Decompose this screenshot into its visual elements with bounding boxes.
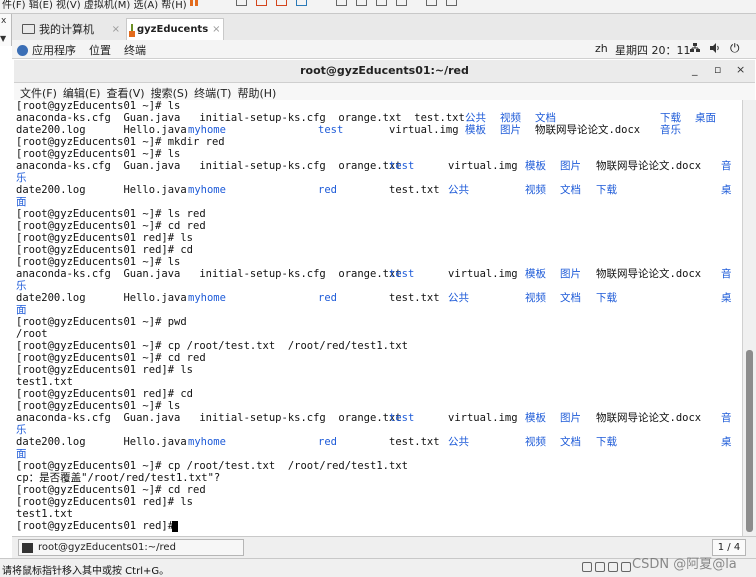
share-icon[interactable] [296,0,307,6]
terminal-line: anaconda-ks.cfg Guan.java initial-setup-… [16,112,716,124]
manage-icon[interactable] [276,0,287,6]
terminal-line: [root@gyzEducents01 ~]# pwd [16,316,187,328]
revert-icon[interactable] [256,0,267,6]
clock[interactable]: 星期四 20：11 [615,42,691,58]
gnome-topbar: 应用程序 位置 终端 zh 星期四 20：11 ⏻ [12,40,756,59]
terminal-line: date200.log Hello.java myhome red test.t… [16,184,732,196]
terminal-line: 乐 [16,172,27,184]
power-icon[interactable]: ⏻ [730,41,740,56]
thumbnail-icon[interactable] [446,0,457,6]
vm-statusbar: 请将鼠标指针移入其中或按 Ctrl+G。 CSDN @阿夏@la [0,557,756,577]
terminal-line: [root@gyzEducents01 ~]# cp /root/test.tx… [16,340,408,352]
cd-icon[interactable] [595,562,605,572]
device-icons[interactable] [582,562,631,572]
terminal-line: cp：是否覆盖"/root/red/test1.txt"? [16,472,221,484]
places-menu[interactable]: 位置 [89,42,111,58]
gnome-foot-icon [17,44,28,56]
watermark: CSDN @阿夏@la [632,557,737,572]
terminal-line: /root [16,328,48,340]
terminal-line: date200.log Hello.java myhome red test.t… [16,292,732,304]
terminal-line: test1.txt [16,376,73,388]
terminal-menubar: 文件(F) 编辑(E) 查看(V) 搜索(S) 终端(T) 帮助(H) [14,83,755,101]
window-titlebar: root@gyzEducents01:~/red _ ▫ × [14,60,755,83]
vm-menu[interactable]: 件(F) 辑(E) 视(V) 虚拟机(M) 选(A) 帮(H) [2,0,187,11]
terminal-icon [22,542,33,553]
maximize-button[interactable]: ▫ [714,63,721,76]
menu-search[interactable]: 搜索(S) [145,83,189,100]
vm-toolbar: 件(F) 辑(E) 视(V) 虚拟机(M) 选(A) 帮(H) [0,0,756,14]
tab-gyzeducents[interactable]: gyzEducents × [126,18,224,40]
terminal-line: date200.log Hello.java myhome test virtu… [16,124,681,136]
terminal-line: [root@gyzEducents01 ~]# cp /root/test.tx… [16,460,408,472]
computer-icon [22,24,35,34]
terminal-line: [root@gyzEducents01 red]# ls [16,232,194,244]
hdd-icon[interactable] [582,562,592,572]
unity-icon[interactable] [356,0,367,6]
terminal-line: [root@gyzEducents01 ~]# cd red [16,484,206,496]
network-icon[interactable] [690,43,700,53]
library-dropdown-icon[interactable]: ▼ [0,34,6,43]
library-icon[interactable] [426,0,437,6]
applications-menu[interactable]: 应用程序 [17,42,76,58]
terminal-line: 面 [16,196,27,208]
terminal-line: [root@gyzEducents01 ~]# cd red [16,220,206,232]
view-icon[interactable] [396,0,407,6]
terminal-line: anaconda-ks.cfg Guan.java initial-setup-… [16,160,732,172]
terminal-line: [root@gyzEducents01 ~]# cd red [16,352,206,364]
network-adapter-icon[interactable] [608,562,618,572]
usb-icon[interactable] [621,562,631,572]
library-close-icon[interactable]: x [1,16,6,26]
terminal-line: [root@gyzEducents01 red]# cd [16,388,194,400]
terminal-line: [root@gyzEducents01 ~]# mkdir red [16,136,225,148]
tab-label: gyzEducents [137,24,209,35]
status-hint: 请将鼠标指针移入其中或按 Ctrl+G。 [2,566,170,577]
text-cursor [172,521,178,532]
menu-edit[interactable]: 编辑(E) [57,83,101,100]
taskbar-item-terminal[interactable]: root@gyzEducents01:~/red [18,539,244,556]
applications-label: 应用程序 [32,44,76,57]
library-strip: x ▼ [0,14,12,46]
fullscreen-icon[interactable] [336,0,347,6]
menu-view[interactable]: 查看(V) [100,83,144,100]
terminal-line: anaconda-ks.cfg Guan.java initial-setup-… [16,268,732,280]
terminal-line: [root@gyzEducents01 ~]# ls [16,148,181,160]
menu-help[interactable]: 帮助(H) [231,83,276,100]
taskbar-item-label: root@gyzEducents01:~/red [38,542,176,553]
close-button[interactable]: × [736,63,745,76]
terminal-line: 乐 [16,424,27,436]
tab-my-computer[interactable]: 我的计算机 × [18,18,124,40]
minimize-button[interactable]: _ [692,63,698,76]
terminal-line: 面 [16,448,27,460]
terminal-line: 面 [16,304,27,316]
terminal-scrollbar[interactable] [742,100,756,536]
terminal-line: [root@gyzEducents01 ~]# ls [16,256,181,268]
terminal-line: [root@gyzEducents01 red]# ls [16,496,194,508]
window-title: root@gyzEducents01:~/red [300,64,469,77]
terminal-line: [root@gyzEducents01 ~]# ls red [16,208,206,220]
console-icon[interactable] [376,0,387,6]
menu-file[interactable]: 文件(F) [14,83,57,100]
terminal-line: anaconda-ks.cfg Guan.java initial-setup-… [16,412,732,424]
scrollbar-thumb[interactable] [746,350,753,532]
terminal-output[interactable]: [root@gyzEducents01 ~]# ls anaconda-ks.c… [14,100,742,536]
language-indicator[interactable]: zh [595,42,608,55]
volume-icon[interactable] [710,43,720,53]
snapshot-icon[interactable] [236,0,247,6]
terminal-line: [root@gyzEducents01 ~]# ls [16,400,181,412]
menu-terminal[interactable]: 终端(T) [188,83,231,100]
terminal-line: [root@gyzEducents01 ~]# ls [16,100,181,112]
vm-icon [129,24,135,37]
tab-close-icon[interactable]: × [112,24,120,35]
terminal-menu[interactable]: 终端 [124,42,146,58]
tab-label: 我的计算机 [39,23,94,36]
vm-tabs: 我的计算机 × gyzEducents × [12,14,756,41]
terminal-line: date200.log Hello.java myhome red test.t… [16,436,732,448]
pause-icon[interactable] [190,0,199,6]
terminal-line: 乐 [16,280,27,292]
terminal-line: [root@gyzEducents01 red]# ls [16,364,194,376]
terminal-line: test1.txt [16,508,73,520]
tab-close-icon[interactable]: × [212,24,220,35]
terminal-line: [root@gyzEducents01 red]# cd [16,244,194,256]
